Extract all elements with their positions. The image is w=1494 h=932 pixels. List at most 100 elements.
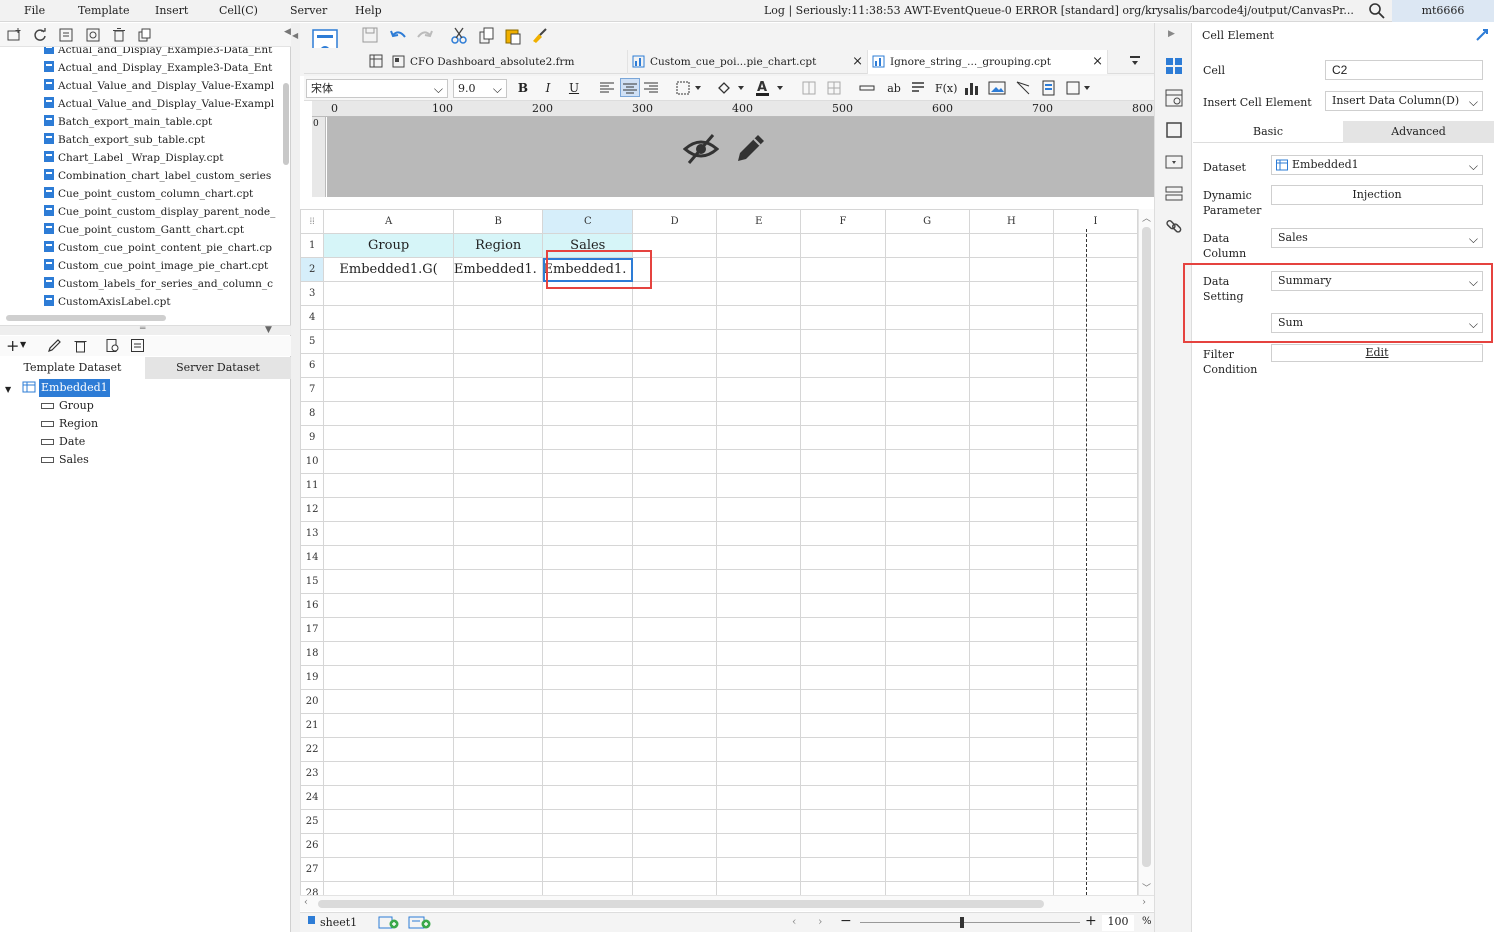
cell[interactable] <box>884 641 970 666</box>
cell[interactable] <box>452 689 544 714</box>
align-left-icon[interactable] <box>600 82 614 94</box>
cell[interactable] <box>323 401 454 426</box>
cell[interactable] <box>716 281 802 306</box>
hyperlink-icon[interactable] <box>1165 217 1183 235</box>
copy-toolbar-icon[interactable] <box>478 27 496 45</box>
collapse-right-icon[interactable]: ▶ <box>1168 29 1175 39</box>
grid-horizontal-scrollbar[interactable]: ‹ › <box>300 895 1154 911</box>
preview-dataset-icon[interactable] <box>105 338 120 353</box>
cell[interactable] <box>1053 473 1138 498</box>
cell[interactable] <box>323 809 454 834</box>
cell[interactable] <box>884 257 970 282</box>
row-header[interactable]: 18 <box>300 641 325 666</box>
cell[interactable] <box>716 473 802 498</box>
cell[interactable] <box>800 377 886 402</box>
chevron-down-icon[interactable]: ▼ <box>20 340 26 349</box>
cell[interactable] <box>632 761 718 786</box>
cell[interactable] <box>884 785 970 810</box>
cell[interactable] <box>542 569 634 594</box>
image-icon[interactable] <box>988 80 1006 96</box>
row-header[interactable]: 27 <box>300 857 325 882</box>
cell[interactable] <box>884 497 970 522</box>
subreport-icon[interactable] <box>1041 80 1057 96</box>
cell[interactable] <box>884 401 970 426</box>
cell[interactable] <box>542 305 634 330</box>
row-header[interactable]: 28 <box>300 881 325 895</box>
cell[interactable] <box>1053 497 1138 522</box>
cell[interactable] <box>452 281 544 306</box>
cell[interactable] <box>800 569 886 594</box>
cell[interactable] <box>800 785 886 810</box>
cell[interactable] <box>716 521 802 546</box>
cell[interactable] <box>968 761 1055 786</box>
cell[interactable] <box>542 881 634 895</box>
column-header-i[interactable]: I <box>1053 209 1138 234</box>
cell[interactable] <box>884 425 970 450</box>
font-family-select[interactable]: 宋体 ⌵ <box>306 79 448 98</box>
align-center-icon[interactable] <box>620 78 640 97</box>
cell[interactable] <box>800 689 886 714</box>
bold-button[interactable]: B <box>516 80 530 97</box>
tree-field-sales[interactable]: Sales <box>41 451 89 469</box>
file-item[interactable]: Chart_Label _Wrap_Display.cpt <box>44 149 223 167</box>
cell[interactable] <box>1053 233 1138 258</box>
cell[interactable] <box>323 785 454 810</box>
cell[interactable] <box>968 497 1055 522</box>
tab-server-dataset[interactable]: Server Dataset <box>145 357 291 379</box>
cell[interactable] <box>884 569 970 594</box>
file-item[interactable]: Combination_chart_label_custom_series <box>44 167 271 185</box>
cell[interactable] <box>542 521 634 546</box>
column-header-c[interactable]: C <box>542 209 634 234</box>
cell[interactable] <box>716 785 802 810</box>
cell[interactable] <box>632 881 718 895</box>
cell[interactable] <box>968 617 1055 642</box>
row-header[interactable]: 6 <box>300 353 325 378</box>
cell[interactable] <box>452 809 544 834</box>
cell[interactable] <box>800 473 886 498</box>
collapse-left-icon[interactable]: ◀ <box>284 27 291 37</box>
row-header[interactable]: 26 <box>300 833 325 858</box>
cell[interactable] <box>800 665 886 690</box>
cell[interactable] <box>452 833 544 858</box>
cell[interactable] <box>968 713 1055 738</box>
zoom-value[interactable]: 100 <box>1102 915 1134 931</box>
cell[interactable] <box>1053 545 1138 570</box>
tab-cfo-dashboard[interactable]: CFO Dashboard_absolute2.frm <box>388 50 628 74</box>
undo-icon[interactable] <box>389 27 407 43</box>
zoom-in-button[interactable]: + <box>1085 913 1097 929</box>
file-item[interactable]: Custom_cue_point_image_pie_chart.cpt <box>44 257 268 275</box>
cell[interactable] <box>632 857 718 882</box>
cell[interactable] <box>542 497 634 522</box>
cell[interactable] <box>884 545 970 570</box>
file-list-scrollbar[interactable] <box>283 83 289 165</box>
row-header[interactable]: 1 <box>300 233 325 258</box>
cell[interactable] <box>632 545 718 570</box>
copy-icon[interactable] <box>137 27 153 43</box>
cell[interactable] <box>632 593 718 618</box>
file-list-hscrollbar[interactable] <box>6 315 166 321</box>
row-header[interactable]: 11 <box>300 473 325 498</box>
text-ab-button[interactable]: ab <box>886 80 902 97</box>
cell[interactable] <box>716 401 802 426</box>
cell[interactable] <box>884 833 970 858</box>
cell[interactable] <box>542 641 634 666</box>
dataset-params-icon[interactable] <box>130 338 145 353</box>
delete-icon[interactable] <box>111 27 127 43</box>
hide-eye-icon[interactable] <box>683 133 719 165</box>
cell[interactable] <box>884 809 970 834</box>
menu-file[interactable]: File <box>24 4 45 17</box>
cell[interactable] <box>884 449 970 474</box>
menu-server[interactable]: Server <box>290 4 327 17</box>
left-divider[interactable]: ◀ <box>291 23 300 932</box>
cell[interactable] <box>1053 857 1138 882</box>
cell[interactable] <box>716 233 802 258</box>
close-tab-icon[interactable]: × <box>1092 50 1103 74</box>
row-header[interactable]: 10 <box>300 449 325 474</box>
column-header-h[interactable]: H <box>968 209 1055 234</box>
redo-icon[interactable] <box>416 27 434 43</box>
cell[interactable] <box>884 857 970 882</box>
cell[interactable] <box>716 305 802 330</box>
cell[interactable] <box>452 857 544 882</box>
add-form-sheet-icon[interactable] <box>408 916 432 929</box>
cell[interactable] <box>716 713 802 738</box>
